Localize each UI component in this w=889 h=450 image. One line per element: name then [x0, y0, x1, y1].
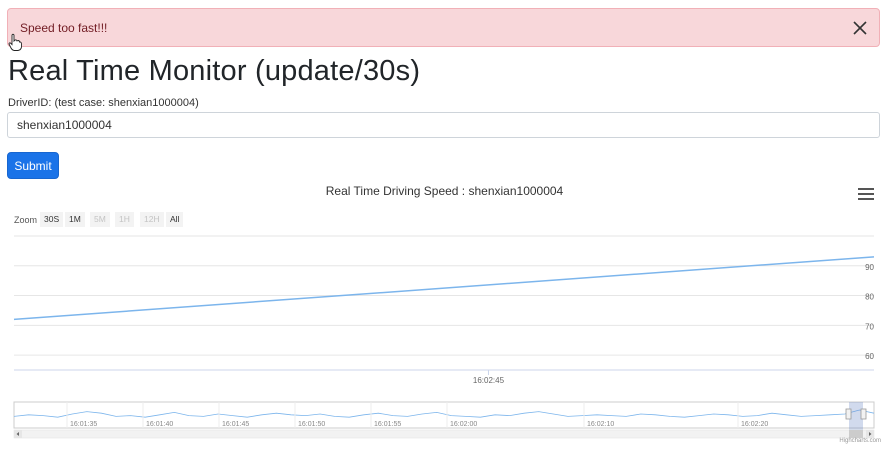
speed-chart: 60 70 80 90 16:02:45 16:01:35 16:01:40 16:01:45…: [0, 180, 889, 450]
driver-id-label: DriverID: (test case: shenxian1000004): [8, 97, 199, 109]
hamburger-icon-bar: [858, 188, 874, 190]
navigator-tick-label: 16:01:35: [70, 421, 97, 428]
chart-menu-button[interactable]: [858, 188, 874, 202]
y-tick-label: 70: [865, 322, 874, 331]
chart-credits[interactable]: Highcharts.com: [839, 438, 881, 444]
navigator-right-handle[interactable]: [860, 408, 867, 420]
navigator-tick-label: 16:01:45: [222, 421, 249, 428]
y-tick-label: 90: [865, 263, 874, 272]
navigator-tick-label: 16:01:55: [374, 421, 401, 428]
driver-id-input[interactable]: [7, 112, 880, 138]
hamburger-icon-bar: [858, 193, 874, 195]
zoom-label: Zoom: [14, 215, 38, 225]
alert-close-button[interactable]: [849, 16, 871, 40]
navigator-tick-label: 16:02:20: [741, 421, 768, 428]
zoom-1m-button[interactable]: 1M: [65, 212, 85, 227]
zoom-all-button[interactable]: All: [166, 212, 184, 227]
hamburger-icon-bar: [858, 198, 874, 200]
zoom-12h-button: 12H: [140, 212, 164, 227]
alert-message: Speed too fast!!!: [20, 20, 108, 35]
y-tick-label: 80: [865, 293, 874, 302]
x-tick-label: 16:02:45: [473, 376, 505, 385]
navigator-tick-label: 16:02:00: [450, 421, 477, 428]
close-icon: [853, 21, 867, 35]
scrollbar-thumb[interactable]: [849, 430, 863, 438]
chart-title: Real Time Driving Speed : shenxian100000…: [325, 184, 564, 198]
navigator-tick-label: 16:01:40: [146, 421, 173, 428]
zoom-5m-button: 5M: [90, 212, 110, 227]
navigator-tick-label: 16:02:10: [587, 421, 614, 428]
submit-button[interactable]: Submit: [7, 152, 59, 179]
zoom-1h-button: 1H: [115, 212, 134, 227]
speed-alert: Speed too fast!!!: [7, 8, 880, 51]
page-title: Real Time Monitor (update/30s): [8, 55, 421, 87]
zoom-30s-button[interactable]: 30S: [40, 212, 64, 227]
hand-cursor-icon: [8, 33, 22, 51]
y-tick-label: 60: [865, 352, 874, 361]
scrollbar-track[interactable]: [13, 429, 875, 439]
navigator-tick-label: 16:01:50: [298, 421, 325, 428]
navigator-left-handle[interactable]: [845, 408, 852, 420]
